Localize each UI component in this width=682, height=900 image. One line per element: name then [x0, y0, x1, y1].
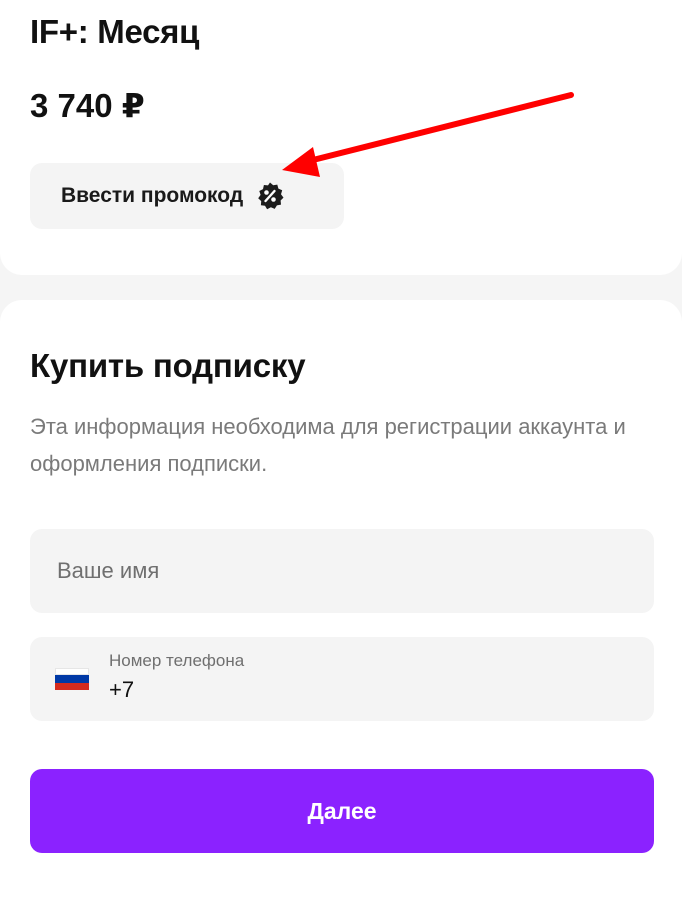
- phone-input[interactable]: +7: [109, 677, 134, 703]
- next-button[interactable]: Далее: [30, 769, 654, 853]
- russia-flag-icon[interactable]: [55, 668, 89, 690]
- name-field[interactable]: [30, 529, 654, 613]
- plan-card: IF+: Месяц 3 740 ₽ Ввести промокод: [0, 0, 682, 275]
- phone-field[interactable]: Номер телефона +7: [30, 637, 654, 721]
- promo-button-label: Ввести промокод: [61, 184, 244, 207]
- plan-title: IF+: Месяц: [30, 13, 200, 50]
- percent-badge-icon: [258, 182, 284, 210]
- phone-label: Номер телефона: [109, 651, 245, 670]
- plan-price: 3 740 ₽: [30, 87, 145, 124]
- enter-promo-code-button[interactable]: Ввести промокод: [30, 163, 344, 229]
- purchase-description: Эта информация необходима для регистраци…: [30, 414, 626, 476]
- name-input[interactable]: [30, 529, 654, 613]
- purchase-title: Купить подписку: [30, 347, 306, 384]
